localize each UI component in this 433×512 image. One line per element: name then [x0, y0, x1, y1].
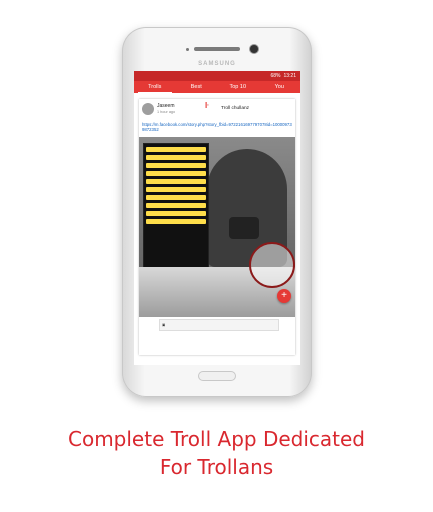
device-brand: SAMSUNG — [198, 61, 236, 67]
tab-you[interactable]: You — [259, 81, 301, 93]
caption-line-2: For Trollans — [159, 455, 274, 479]
app-screen: 68% 13:21 Trolls Best Top 10 You Jaseem … — [134, 71, 300, 365]
camera-prop-icon — [229, 217, 259, 239]
post-link[interactable]: https://m.facebook.com/story.php?story_f… — [142, 122, 292, 132]
caption-line-1: Complete Troll App Dedicated — [68, 427, 365, 451]
front-camera-icon — [250, 45, 258, 53]
watermark-stamp — [249, 242, 295, 288]
meme-line — [146, 195, 206, 200]
post-card[interactable]: Jaseem 1 hour ago ŀ Troll chullanz https… — [139, 99, 295, 355]
post-header: Jaseem 1 hour ago ŀ Troll chullanz — [139, 99, 295, 123]
meme-line — [146, 211, 206, 216]
post-username[interactable]: Jaseem — [157, 103, 175, 109]
post-time: 1 hour ago — [157, 110, 176, 114]
earpiece-speaker — [194, 47, 240, 51]
post-group[interactable]: Troll chullanz — [221, 106, 249, 111]
tab-bar: Trolls Best Top 10 You — [134, 81, 300, 93]
meme-text-box — [143, 143, 209, 268]
meme-line — [146, 219, 206, 224]
clock-text: 13:21 — [283, 73, 296, 79]
tab-trolls[interactable]: Trolls — [134, 81, 176, 93]
post-image[interactable] — [139, 137, 295, 317]
meme-line — [146, 147, 206, 152]
meme-line — [146, 179, 206, 184]
battery-text: 68% — [270, 73, 281, 79]
tab-best[interactable]: Best — [176, 81, 218, 93]
tab-top-10[interactable]: Top 10 — [217, 81, 259, 93]
meme-line — [146, 187, 206, 192]
phone-top-bezel: SAMSUNG — [122, 27, 312, 72]
meme-line — [146, 163, 206, 168]
promo-caption: Complete Troll App Dedicated For Trollan… — [0, 425, 433, 481]
meme-line — [146, 171, 206, 176]
proximity-sensor — [186, 48, 189, 51]
app-logo-icon: ŀ — [205, 101, 209, 110]
status-bar: 68% 13:21 — [134, 71, 300, 81]
phone-frame: SAMSUNG 68% 13:21 Trolls Best Top 10 You… — [122, 27, 312, 397]
meme-line — [146, 203, 206, 208]
meme-line — [146, 155, 206, 160]
avatar[interactable] — [142, 103, 154, 115]
ad-banner[interactable]: ▣ — [159, 319, 279, 331]
add-button[interactable]: + — [277, 289, 291, 303]
ad-icon: ▣ — [162, 323, 166, 327]
home-button[interactable] — [198, 371, 236, 381]
